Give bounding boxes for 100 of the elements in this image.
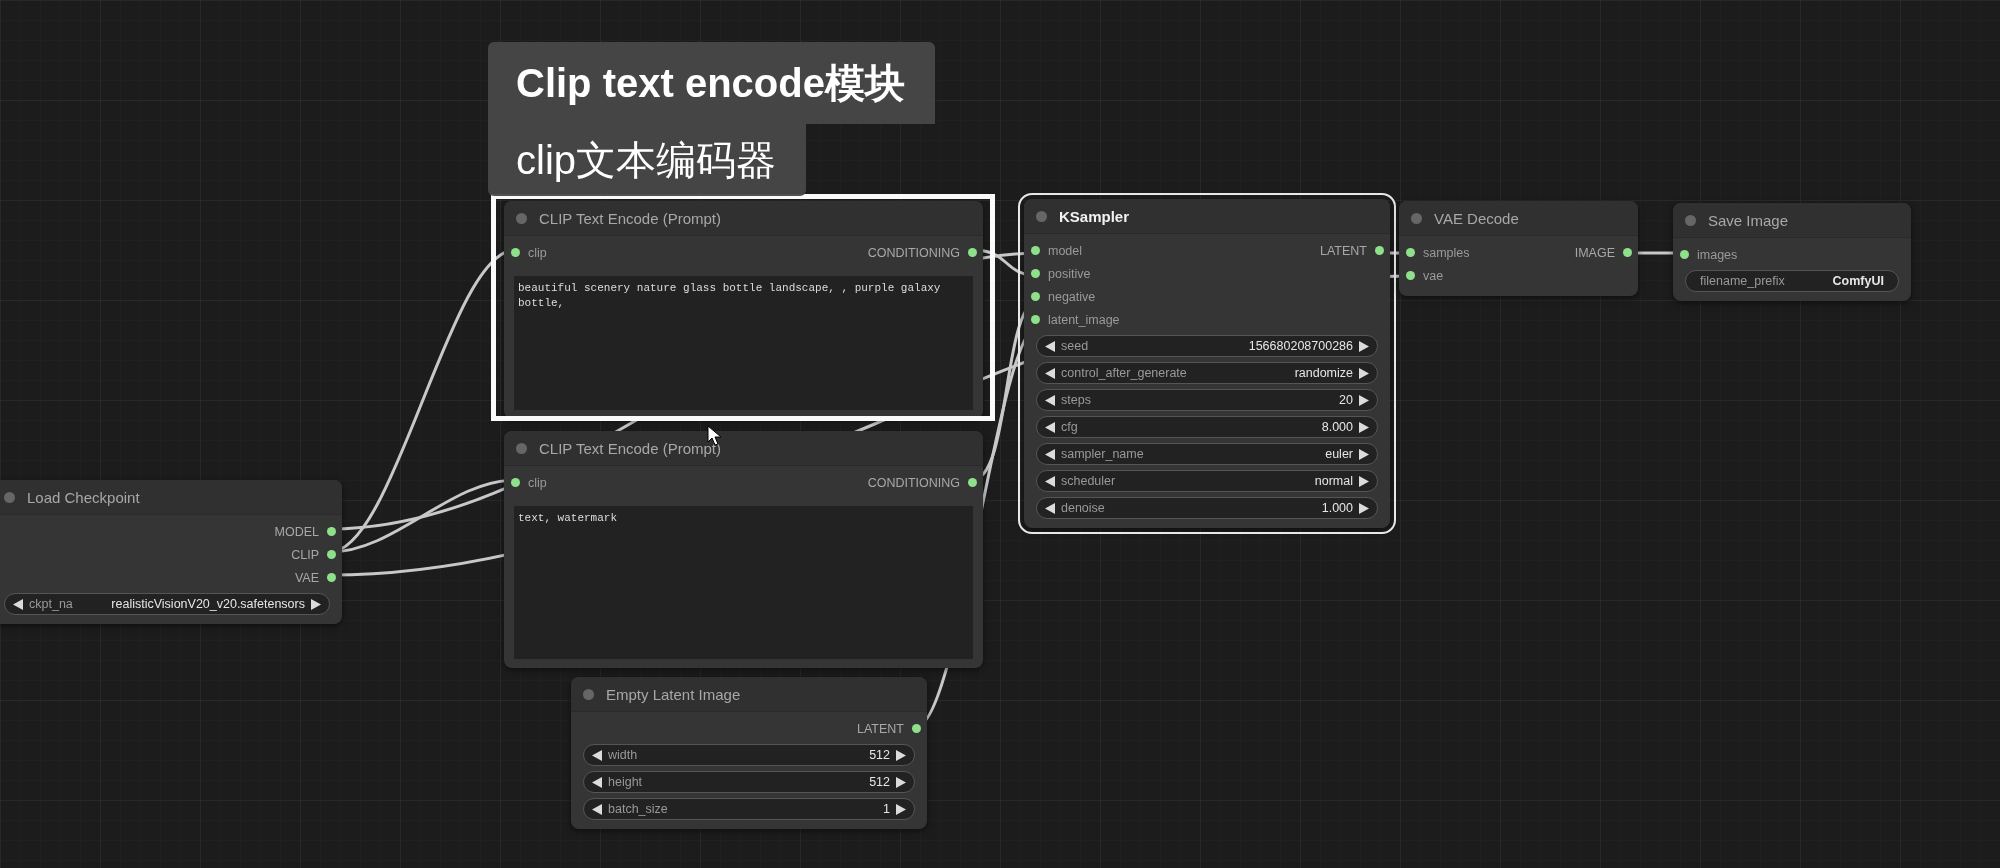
widget-label: cfg bbox=[1061, 420, 1079, 434]
widget-field[interactable]: denoise 1.000 bbox=[1036, 497, 1378, 519]
input-label: clip bbox=[528, 475, 547, 490]
input-slot[interactable] bbox=[1680, 250, 1689, 259]
increment-arrow-icon[interactable] bbox=[1359, 340, 1369, 352]
widget-value: 512 bbox=[869, 775, 890, 789]
node-card[interactable]: VAE Decode samples IMAGE vae bbox=[1399, 201, 1638, 296]
increment-arrow-icon[interactable] bbox=[311, 598, 321, 610]
widget-value: ComfyUI bbox=[1832, 274, 1884, 288]
node-card[interactable]: CLIP Text Encode (Prompt) clip CONDITIONING text, watermark bbox=[504, 431, 983, 668]
widget-field[interactable]: cfg 8.000 bbox=[1036, 416, 1378, 438]
input-slot[interactable] bbox=[1406, 271, 1415, 280]
output-slot[interactable] bbox=[1623, 248, 1632, 257]
output-label: LATENT bbox=[1320, 243, 1367, 258]
widget-label: ckpt_na bbox=[29, 597, 74, 611]
input-slot[interactable] bbox=[1031, 246, 1040, 255]
output-label: CLIP bbox=[291, 547, 319, 562]
widget-field[interactable]: ckpt_na realisticVisionV20_v20.safetensors bbox=[4, 593, 330, 615]
output-slot[interactable] bbox=[912, 724, 921, 733]
node-title: KSampler bbox=[1059, 207, 1130, 225]
title-dot-icon[interactable] bbox=[1036, 210, 1047, 222]
decrement-arrow-icon[interactable] bbox=[1045, 340, 1055, 352]
output-slot[interactable] bbox=[1375, 246, 1384, 255]
increment-arrow-icon[interactable] bbox=[1359, 502, 1369, 514]
increment-arrow-icon[interactable] bbox=[896, 749, 906, 761]
title-dot-icon[interactable] bbox=[4, 491, 15, 503]
widget-value: 1.000 bbox=[1321, 501, 1353, 515]
output-slot[interactable] bbox=[968, 248, 977, 257]
increment-arrow-icon[interactable] bbox=[1359, 394, 1369, 406]
increment-arrow-icon[interactable] bbox=[1359, 421, 1369, 433]
increment-arrow-icon[interactable] bbox=[1359, 367, 1369, 379]
output-slot[interactable] bbox=[327, 573, 336, 582]
node-title: VAE Decode bbox=[1434, 209, 1519, 227]
decrement-arrow-icon[interactable] bbox=[1045, 475, 1055, 487]
title-dot-icon[interactable] bbox=[1685, 214, 1696, 226]
input-slot[interactable] bbox=[1031, 315, 1040, 324]
widget-field[interactable]: control_after_generate randomize bbox=[1036, 362, 1378, 384]
node-card[interactable]: Empty Latent Image LATENT width 512 height 512 batch_size 1 bbox=[571, 677, 927, 829]
increment-arrow-icon[interactable] bbox=[1359, 448, 1369, 460]
widget-label: steps bbox=[1061, 393, 1092, 407]
output-slot[interactable] bbox=[327, 550, 336, 559]
widget-field[interactable]: filename_prefix ComfyUI bbox=[1685, 270, 1899, 292]
output-label: LATENT bbox=[857, 721, 904, 736]
output-label: CONDITIONING bbox=[867, 245, 960, 260]
title-dot-icon[interactable] bbox=[583, 688, 594, 700]
title-dot-icon[interactable] bbox=[516, 212, 527, 224]
widget-value: realisticVisionV20_v20.safetensors bbox=[111, 597, 305, 611]
widget-value: 20 bbox=[1339, 393, 1353, 407]
increment-arrow-icon[interactable] bbox=[896, 803, 906, 815]
widget-label: filename_prefix bbox=[1700, 274, 1786, 288]
decrement-arrow-icon[interactable] bbox=[1045, 502, 1055, 514]
decrement-arrow-icon[interactable] bbox=[1045, 367, 1055, 379]
widget-value: 1 bbox=[883, 802, 890, 816]
node-title: Load Checkpoint bbox=[27, 488, 140, 506]
decrement-arrow-icon[interactable] bbox=[1045, 448, 1055, 460]
input-label: vae bbox=[1423, 268, 1444, 283]
input-slot[interactable] bbox=[511, 248, 520, 257]
title-dot-icon[interactable] bbox=[516, 442, 527, 454]
prompt-field[interactable]: text, watermark bbox=[514, 506, 973, 659]
widget-field[interactable]: width 512 bbox=[583, 744, 915, 766]
input-slot[interactable] bbox=[1031, 292, 1040, 301]
node-card[interactable]: Save Image images filename_prefix ComfyUI bbox=[1673, 203, 1911, 301]
node-card[interactable]: Load Checkpoint MODEL CLIP VAE ckpt_na realisticVisionV20_v20.safetensors bbox=[0, 480, 342, 624]
input-slot[interactable] bbox=[1406, 248, 1415, 257]
widget-field[interactable]: batch_size 1 bbox=[583, 798, 915, 820]
decrement-arrow-icon[interactable] bbox=[592, 776, 602, 788]
widget-label: sampler_name bbox=[1061, 447, 1145, 461]
widget-value: 8.000 bbox=[1321, 420, 1353, 434]
widget-label: batch_size bbox=[608, 802, 669, 816]
widget-field[interactable]: seed 156680208700286 bbox=[1036, 335, 1378, 357]
title-dot-icon[interactable] bbox=[1411, 212, 1422, 224]
prompt-field[interactable]: beautiful scenery nature glass bottle landscape, , purple galaxy bottle, bbox=[514, 276, 973, 410]
output-slot[interactable] bbox=[968, 478, 977, 487]
input-slot[interactable] bbox=[511, 478, 520, 487]
widget-label: width bbox=[608, 748, 639, 762]
widget-label: scheduler bbox=[1061, 474, 1117, 488]
widget-field[interactable]: scheduler normal bbox=[1036, 470, 1378, 492]
output-label: CONDITIONING bbox=[867, 475, 960, 490]
widget-value: randomize bbox=[1294, 366, 1353, 380]
input-label: negative bbox=[1048, 289, 1096, 304]
input-label: model bbox=[1048, 243, 1083, 258]
decrement-arrow-icon[interactable] bbox=[1045, 394, 1055, 406]
node-card[interactable]: CLIP Text Encode (Prompt) clip CONDITIONING beautiful scenery nature glass bottle landscape, , purple galaxy bottle, bbox=[504, 201, 983, 419]
input-label: images bbox=[1697, 247, 1738, 262]
decrement-arrow-icon[interactable] bbox=[592, 749, 602, 761]
widget-field[interactable]: sampler_name euler bbox=[1036, 443, 1378, 465]
widget-label: height bbox=[608, 775, 644, 789]
input-slot[interactable] bbox=[1031, 269, 1040, 278]
widget-field[interactable]: height 512 bbox=[583, 771, 915, 793]
decrement-arrow-icon[interactable] bbox=[13, 598, 23, 610]
decrement-arrow-icon[interactable] bbox=[592, 803, 602, 815]
output-slot[interactable] bbox=[327, 527, 336, 536]
widget-field[interactable]: steps 20 bbox=[1036, 389, 1378, 411]
decrement-arrow-icon[interactable] bbox=[1045, 421, 1055, 433]
widget-label: seed bbox=[1061, 339, 1090, 353]
increment-arrow-icon[interactable] bbox=[1359, 475, 1369, 487]
input-label: clip bbox=[528, 245, 547, 260]
widget-label: denoise bbox=[1061, 501, 1106, 515]
node-title: CLIP Text Encode (Prompt) bbox=[539, 209, 722, 227]
increment-arrow-icon[interactable] bbox=[896, 776, 906, 788]
